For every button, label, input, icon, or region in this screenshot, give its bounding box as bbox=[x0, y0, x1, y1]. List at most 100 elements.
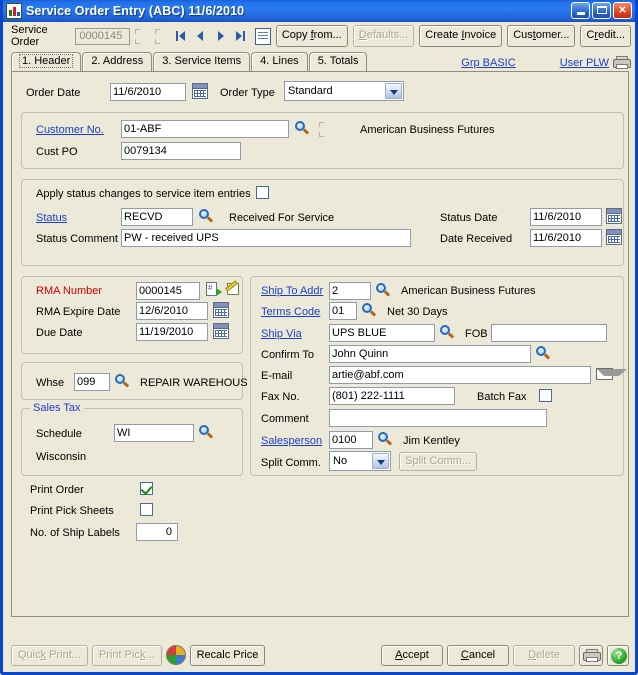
chevron-down-icon-split[interactable] bbox=[372, 453, 389, 469]
ship-to-addr-input[interactable]: 2 bbox=[329, 282, 371, 300]
confirm-to-lookup-search-icon[interactable] bbox=[535, 346, 551, 362]
previous-record-icon[interactable] bbox=[192, 27, 210, 45]
rma-number-input[interactable]: 0000145 bbox=[136, 282, 200, 300]
ship-labels-input[interactable]: 0 bbox=[136, 523, 178, 541]
print-order-checkbox[interactable] bbox=[140, 482, 153, 495]
customer-lookup-search-icon[interactable] bbox=[294, 121, 310, 137]
tax-schedule-input[interactable]: WI bbox=[114, 424, 194, 442]
confirm-to-input[interactable]: John Quinn bbox=[329, 345, 531, 363]
customer-button[interactable]: Customer... bbox=[507, 25, 576, 47]
minimize-icon[interactable] bbox=[571, 2, 590, 19]
new-rma-icon[interactable]: # bbox=[206, 282, 222, 297]
cust-po-input[interactable]: 0079134 bbox=[121, 142, 241, 160]
last-record-icon[interactable] bbox=[232, 27, 250, 45]
tab-address[interactable]: 2. Address bbox=[82, 52, 153, 71]
lookup-ghost-icon-1[interactable] bbox=[133, 28, 150, 45]
print-order-label: Print Order bbox=[30, 484, 84, 496]
order-date-input[interactable]: 11/6/2010 bbox=[110, 83, 186, 101]
ship-labels-label: No. of Ship Labels bbox=[30, 527, 120, 539]
customer-drill-icon[interactable] bbox=[317, 121, 334, 138]
batch-fax-checkbox[interactable] bbox=[539, 389, 552, 402]
service-order-entry-window: Service Order Entry (ABC) 11/6/2010 ✕ Se… bbox=[0, 0, 638, 675]
service-order-input[interactable]: 0000145 bbox=[75, 27, 130, 45]
email-input[interactable]: artie@abf.com bbox=[329, 366, 591, 384]
printer-icon[interactable] bbox=[613, 56, 631, 69]
rma-expire-calendar-icon[interactable] bbox=[213, 302, 229, 318]
salesperson-input[interactable]: 0100 bbox=[329, 431, 373, 449]
tab-lines[interactable]: 4. Lines bbox=[251, 52, 308, 71]
apply-status-changes-checkbox[interactable] bbox=[256, 186, 269, 199]
order-type-select[interactable]: Standard bbox=[284, 81, 404, 101]
recalc-price-button[interactable]: Recalc Price bbox=[189, 644, 266, 666]
warehouse-input[interactable]: 099 bbox=[74, 373, 110, 391]
maximize-icon[interactable] bbox=[592, 2, 611, 19]
tax-schedule-lookup-search-icon[interactable] bbox=[198, 425, 214, 441]
chevron-down-icon[interactable] bbox=[385, 83, 402, 99]
tab-header-label: 1. Header bbox=[18, 54, 74, 68]
due-date-input[interactable]: 11/19/2010 bbox=[136, 323, 208, 341]
lookup-ghost-icon-2[interactable] bbox=[153, 28, 170, 45]
warehouse-lookup-search-icon[interactable] bbox=[114, 374, 130, 390]
status-lookup-search-icon[interactable] bbox=[198, 209, 214, 225]
fax-input[interactable]: (801) 222-1111 bbox=[329, 387, 455, 405]
print-pick-sheets-checkbox[interactable] bbox=[140, 503, 153, 516]
date-received-input[interactable]: 11/6/2010 bbox=[530, 229, 602, 247]
tab-totals[interactable]: 5. Totals bbox=[308, 52, 368, 71]
first-record-icon[interactable] bbox=[172, 27, 190, 45]
close-icon[interactable]: ✕ bbox=[613, 2, 632, 19]
cancel-button[interactable]: Cancel bbox=[447, 644, 509, 666]
split-comm-select[interactable]: No bbox=[329, 451, 391, 471]
copy-from-button[interactable]: Copy from... bbox=[275, 25, 348, 47]
globe-icon[interactable] bbox=[165, 645, 186, 665]
fax-label: Fax No. bbox=[261, 391, 300, 403]
rma-group: RMA Number 0000145 # RMA Expire Date 12/… bbox=[21, 276, 243, 354]
tab-header[interactable]: 1. Header bbox=[11, 52, 82, 71]
tab-service-items-label: 3. Service Items bbox=[162, 55, 242, 67]
customer-no-label[interactable]: Customer No. bbox=[36, 124, 104, 136]
due-date-label: Due Date bbox=[36, 327, 83, 339]
fob-input[interactable] bbox=[491, 324, 607, 342]
accept-button[interactable]: Accept bbox=[381, 644, 443, 666]
comment-input[interactable] bbox=[329, 409, 547, 427]
salesperson-lookup-search-icon[interactable] bbox=[377, 432, 393, 448]
order-date-calendar-icon[interactable] bbox=[192, 83, 208, 99]
envelope-icon[interactable] bbox=[596, 368, 627, 380]
service-order-label: Service Order bbox=[11, 24, 48, 48]
apply-status-changes-label: Apply status changes to service item ent… bbox=[36, 188, 251, 200]
credit-button[interactable]: Credit... bbox=[580, 25, 631, 47]
memo-icon[interactable] bbox=[254, 27, 271, 45]
tab-lines-label: 4. Lines bbox=[260, 55, 299, 67]
help-button[interactable]: ? bbox=[607, 644, 629, 666]
ship-via-label[interactable]: Ship Via bbox=[261, 328, 302, 340]
create-invoice-button[interactable]: Create Invoice bbox=[419, 25, 503, 47]
customer-no-input[interactable]: 01-ABF bbox=[121, 120, 289, 138]
status-date-input[interactable]: 11/6/2010 bbox=[530, 208, 602, 226]
terms-code-input[interactable]: 01 bbox=[329, 302, 357, 320]
warehouse-group: Whse 099 REPAIR WAREHOUS bbox=[21, 362, 248, 400]
tab-bar: 1. Header 2. Address 3. Service Items 4.… bbox=[11, 51, 631, 71]
rma-expire-date-label: RMA Expire Date bbox=[36, 306, 121, 318]
ship-to-addr-lookup-search-icon[interactable] bbox=[375, 283, 391, 299]
terms-code-label[interactable]: Terms Code bbox=[261, 306, 320, 318]
status-label[interactable]: Status bbox=[36, 212, 67, 224]
ship-via-lookup-search-icon[interactable] bbox=[439, 325, 455, 341]
tab-service-items[interactable]: 3. Service Items bbox=[153, 52, 251, 71]
rma-expire-date-input[interactable]: 12/6/2010 bbox=[136, 302, 208, 320]
status-date-calendar-icon[interactable] bbox=[606, 208, 622, 224]
ship-to-addr-label[interactable]: Ship To Addr bbox=[261, 285, 323, 297]
ship-via-input[interactable]: UPS BLUE bbox=[329, 324, 435, 342]
status-comment-input[interactable]: PW - received UPS bbox=[121, 229, 411, 247]
date-received-calendar-icon[interactable] bbox=[606, 229, 622, 245]
defaults-button: Defaults... bbox=[352, 25, 415, 47]
due-date-calendar-icon[interactable] bbox=[213, 323, 229, 339]
sales-tax-group: Sales Tax Schedule WI Wisconsin bbox=[21, 402, 243, 476]
print-button[interactable] bbox=[579, 644, 603, 666]
salesperson-label[interactable]: Salesperson bbox=[261, 435, 322, 447]
rma-maintenance-icon[interactable] bbox=[225, 280, 242, 297]
next-record-icon[interactable] bbox=[212, 27, 230, 45]
status-input[interactable]: RECVD bbox=[121, 208, 193, 226]
user-link[interactable]: User PLW bbox=[560, 57, 609, 69]
header-tab-content: Order Date 11/6/2010 Order Type Standard… bbox=[11, 71, 629, 617]
terms-code-lookup-search-icon[interactable] bbox=[361, 303, 377, 319]
group-link[interactable]: Grp BASIC bbox=[461, 57, 515, 69]
